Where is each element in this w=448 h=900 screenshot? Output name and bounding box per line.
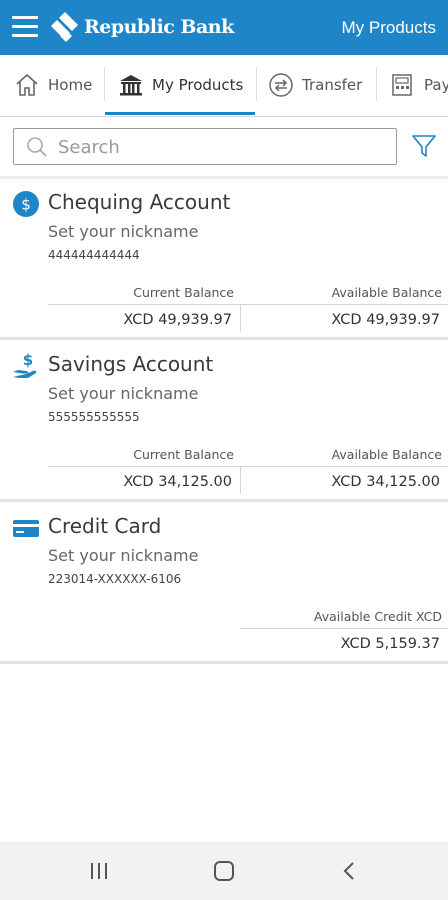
tab-label: Home <box>48 76 93 94</box>
current-balance-label: Current Balance <box>133 285 234 300</box>
recent-apps-icon[interactable] <box>86 858 112 884</box>
product-tabs: Home My Products Transfer Pay <box>0 55 448 117</box>
account-number: 555555555555 <box>48 410 140 424</box>
balance-column-divider <box>240 466 241 494</box>
current-balance-value: XCD 49,939.97 <box>123 312 232 328</box>
tab-label: Transfer <box>302 76 363 94</box>
balance-column-divider <box>240 304 241 332</box>
republic-bank-logo-icon <box>51 12 78 42</box>
savings-hand-icon: $ <box>13 352 37 378</box>
home-button-icon[interactable] <box>211 858 237 884</box>
available-balance-value: XCD 34,125.00 <box>331 474 440 490</box>
available-credit-value: XCD 5,159.37 <box>340 636 440 652</box>
back-icon[interactable] <box>337 858 363 884</box>
available-credit-label: Available Credit XCD <box>313 609 442 624</box>
svg-text:$: $ <box>21 196 31 214</box>
search-icon <box>27 137 47 157</box>
app-header: Republic Bank My Products <box>0 0 448 55</box>
tab-my-products[interactable]: My Products <box>118 55 243 115</box>
search-box[interactable] <box>13 128 397 165</box>
account-number: 444444444444 <box>48 248 140 262</box>
credit-card-icon <box>13 520 39 537</box>
available-balance-value: XCD 49,939.97 <box>331 312 440 328</box>
balance-divider <box>48 466 448 467</box>
pay-icon <box>392 74 412 96</box>
account-card-chequing[interactable]: $ Chequing Account Set your nickname 444… <box>0 179 448 340</box>
tab-label: Pay <box>424 76 448 94</box>
transfer-icon <box>269 73 293 97</box>
account-nickname[interactable]: Set your nickname <box>48 546 198 565</box>
account-name: Savings Account <box>48 352 214 376</box>
account-number: 223014-XXXXXX-6106 <box>48 572 182 586</box>
page-title: My Products <box>341 18 436 37</box>
tab-transfer[interactable]: Transfer <box>268 55 362 115</box>
dollar-circle-icon: $ <box>13 191 39 217</box>
tab-divider <box>376 67 377 101</box>
brand-name: Republic Bank <box>84 16 234 38</box>
tab-label: My Products <box>152 76 244 94</box>
svg-text:$: $ <box>23 352 33 369</box>
available-balance-label: Available Balance <box>331 285 442 300</box>
account-card-savings[interactable]: $ Savings Account Set your nickname 5555… <box>0 340 448 502</box>
home-icon <box>16 73 38 96</box>
available-balance-label: Available Balance <box>331 447 442 462</box>
account-nickname[interactable]: Set your nickname <box>48 384 198 403</box>
balance-divider <box>240 628 448 629</box>
brand-logo: Republic Bank <box>50 10 234 44</box>
tab-home[interactable]: Home <box>14 55 92 115</box>
search-input[interactable] <box>58 133 388 161</box>
account-name: Chequing Account <box>48 190 231 214</box>
menu-icon[interactable] <box>12 16 38 38</box>
tab-divider <box>104 67 105 101</box>
current-balance-value: XCD 34,125.00 <box>123 474 232 490</box>
account-card-credit[interactable]: Credit Card Set your nickname 223014-XXX… <box>0 502 448 664</box>
system-nav-bar <box>0 842 448 900</box>
account-nickname[interactable]: Set your nickname <box>48 222 198 241</box>
tab-pay[interactable]: Pay <box>390 55 448 115</box>
tab-divider <box>256 67 257 101</box>
bank-icon <box>120 75 142 96</box>
account-name: Credit Card <box>48 514 162 538</box>
filter-icon[interactable] <box>410 132 438 160</box>
current-balance-label: Current Balance <box>133 447 234 462</box>
active-tab-indicator <box>105 112 255 115</box>
balance-divider <box>48 304 448 305</box>
